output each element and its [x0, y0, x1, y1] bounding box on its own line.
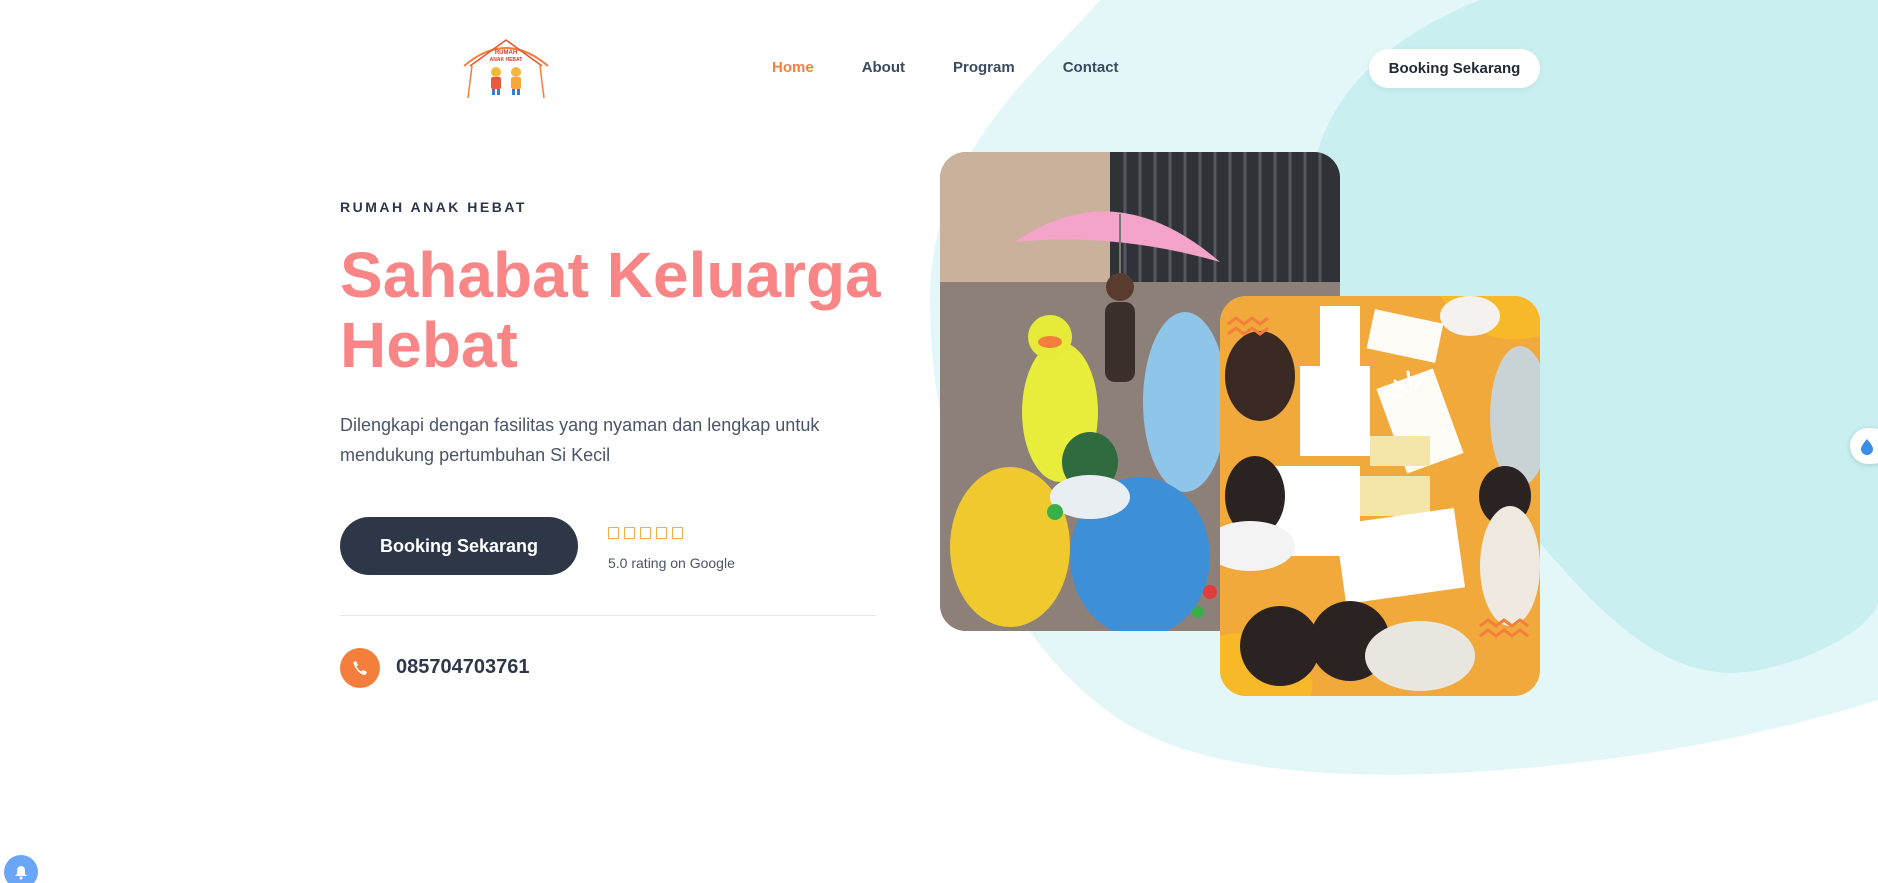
nav-about[interactable]: About	[862, 58, 905, 78]
logo-text-top: RUMAH	[495, 50, 517, 56]
star-icon	[624, 527, 635, 539]
hero-title-line2: Hebat	[340, 309, 518, 381]
header-booking-button[interactable]: Booking Sekarang	[1369, 49, 1540, 88]
hero-title-line1: Sahabat Keluarga	[340, 239, 881, 311]
rating-stars	[608, 527, 683, 539]
logo[interactable]: RUMAH ANAK HEBAT	[458, 36, 554, 100]
background-blobs	[930, 0, 1878, 775]
divider	[340, 615, 876, 616]
hero-description-line2: mendukung pertumbuhan Si Kecil	[340, 445, 611, 465]
nav-program[interactable]: Program	[953, 58, 1015, 78]
logo-text-bottom: ANAK HEBAT	[490, 57, 523, 63]
logo-mark: RUMAH ANAK HEBAT	[463, 39, 549, 99]
phone-number[interactable]: 085704703761	[396, 656, 529, 679]
drop-icon	[1861, 439, 1873, 455]
star-icon	[640, 527, 651, 539]
hero-description-line1: Dilengkapi dengan fasilitas yang nyaman …	[340, 415, 820, 435]
hero-booking-button[interactable]: Booking Sekarang	[340, 517, 578, 575]
star-icon	[656, 527, 667, 539]
hero-photo-coloring	[1220, 296, 1540, 696]
main-nav: Home About Program Contact	[772, 58, 1167, 78]
star-icon	[672, 527, 683, 539]
rating-text: 5.0 rating on Google	[608, 555, 735, 571]
hero-eyebrow: RUMAH ANAK HEBAT	[340, 199, 527, 215]
phone-icon[interactable]	[340, 648, 380, 688]
side-widget-tab[interactable]	[1850, 428, 1878, 464]
nav-contact[interactable]: Contact	[1063, 58, 1119, 78]
hero-description: Dilengkapi dengan fasilitas yang nyaman …	[340, 410, 860, 470]
bell-icon[interactable]	[4, 855, 38, 883]
nav-home[interactable]: Home	[772, 58, 814, 78]
hero-title: Sahabat Keluarga Hebat	[340, 240, 900, 380]
star-icon	[608, 527, 619, 539]
